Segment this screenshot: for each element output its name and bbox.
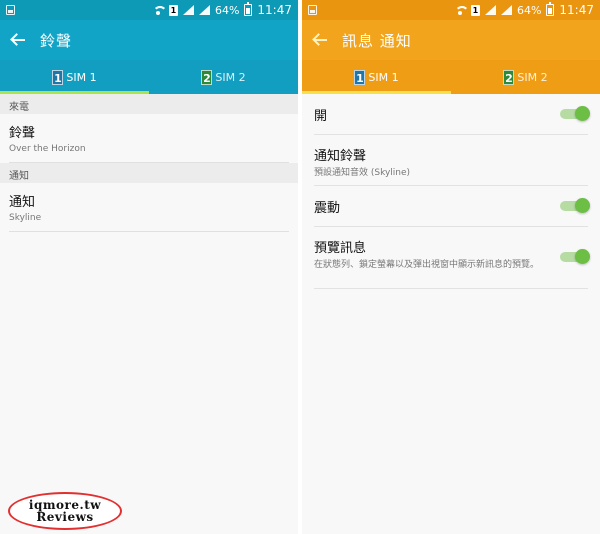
notifications-on-setting[interactable]: 開	[314, 94, 590, 135]
message-notification-screen: 1 64% 11:47 訊息 通知 1 SIM 1 2 SIM 2 開 通知鈴聲…	[302, 0, 600, 534]
toggle-knob	[575, 106, 590, 121]
sim-indicator-icon: 1	[168, 4, 178, 16]
vibration-toggle[interactable]	[560, 198, 590, 213]
notification-ringtone-label: 通知鈴聲	[314, 149, 367, 164]
notification-sound-value: Skyline	[9, 213, 42, 223]
tab-sim-2-label-right: SIM 2	[517, 70, 548, 84]
notification-sound-setting[interactable]: 通知 Skyline	[9, 183, 289, 232]
screenshot-icon-right	[308, 5, 317, 15]
signal-icon	[182, 5, 194, 15]
signal-icon-right	[484, 5, 496, 15]
status-bar-right: 1 64% 11:47	[302, 0, 600, 20]
ringtone-setting-title: 鈴聲	[9, 126, 36, 141]
watermark-line-2: Reviews	[36, 510, 94, 524]
toggle-knob	[575, 198, 590, 213]
wifi-icon	[152, 5, 167, 15]
tab-sim-1-right[interactable]: 1 SIM 1	[302, 60, 451, 94]
sim-tabs: 1 SIM 1 2 SIM 2	[0, 60, 298, 94]
vibration-label: 震動	[314, 200, 341, 216]
tab-sim-2[interactable]: 2 SIM 2	[149, 60, 298, 94]
vibration-setting[interactable]: 震動	[314, 186, 590, 227]
ringtone-setting[interactable]: 鈴聲 Over the Horizon	[9, 114, 289, 163]
ringtone-settings-screen: 1 64% 11:47 鈴聲 1 SIM 1 2 SIM 2 來電 鈴聲 Ove…	[0, 0, 298, 534]
section-header-incoming-call: 來電	[0, 94, 298, 114]
screenshot-icon	[6, 5, 15, 15]
notifications-on-toggle[interactable]	[560, 106, 590, 121]
clock: 11:47	[257, 3, 292, 17]
preview-message-description: 在狀態列、鎖定螢幕以及彈出視窗中顯示新訊息的預覽。	[314, 260, 540, 270]
wifi-icon-right	[454, 5, 469, 15]
tab-sim-1-label: SIM 1	[66, 70, 97, 84]
signal-icon-2	[198, 5, 210, 15]
back-arrow-icon-right[interactable]	[310, 30, 330, 50]
app-bar: 鈴聲	[0, 20, 298, 60]
watermark-logo: iqmore.tw Reviews	[8, 492, 122, 530]
app-bar-right: 訊息 通知	[302, 20, 600, 60]
sim-2-badge-icon: 2	[201, 69, 213, 85]
preview-message-setting[interactable]: 預覽訊息 在狀態列、鎖定螢幕以及彈出視窗中顯示新訊息的預覽。	[314, 227, 590, 289]
battery-percent-right: 64%	[516, 3, 542, 17]
back-arrow-icon[interactable]	[8, 30, 28, 50]
sim-1-badge-icon: 1	[52, 69, 64, 85]
battery-percent: 64%	[214, 3, 240, 17]
notification-ringtone-setting[interactable]: 通知鈴聲 預設通知音效 (Skyline)	[314, 135, 588, 186]
clock-right: 11:47	[559, 3, 594, 17]
ringtone-setting-value: Over the Horizon	[9, 144, 86, 154]
tab-sim-2-label: SIM 2	[215, 70, 246, 84]
toggle-knob	[575, 249, 590, 264]
notifications-on-label: 開	[314, 108, 328, 124]
sim-indicator-icon-right: 1	[470, 4, 480, 16]
section-header-notification: 通知	[0, 163, 298, 183]
tab-indicator	[0, 91, 149, 94]
notification-ringtone-value: 預設通知音效 (Skyline)	[314, 168, 411, 178]
signal-icon-right-2	[500, 5, 512, 15]
battery-icon-right	[546, 2, 555, 16]
preview-message-toggle[interactable]	[560, 249, 590, 264]
sim-2-badge-icon-right: 2	[503, 69, 515, 85]
tab-sim-1[interactable]: 1 SIM 1	[0, 60, 149, 94]
page-title: 鈴聲	[40, 31, 73, 50]
sim-1-badge-icon-right: 1	[354, 69, 366, 85]
tab-sim-2-right[interactable]: 2 SIM 2	[451, 60, 600, 94]
status-bar: 1 64% 11:47	[0, 0, 298, 20]
battery-icon	[244, 2, 253, 16]
sim-tabs-right: 1 SIM 1 2 SIM 2	[302, 60, 600, 94]
page-title-right: 訊息 通知	[342, 31, 412, 50]
preview-message-label: 預覽訊息	[314, 241, 367, 256]
notification-sound-title: 通知	[9, 195, 36, 210]
tab-sim-1-label-right: SIM 1	[368, 70, 399, 84]
